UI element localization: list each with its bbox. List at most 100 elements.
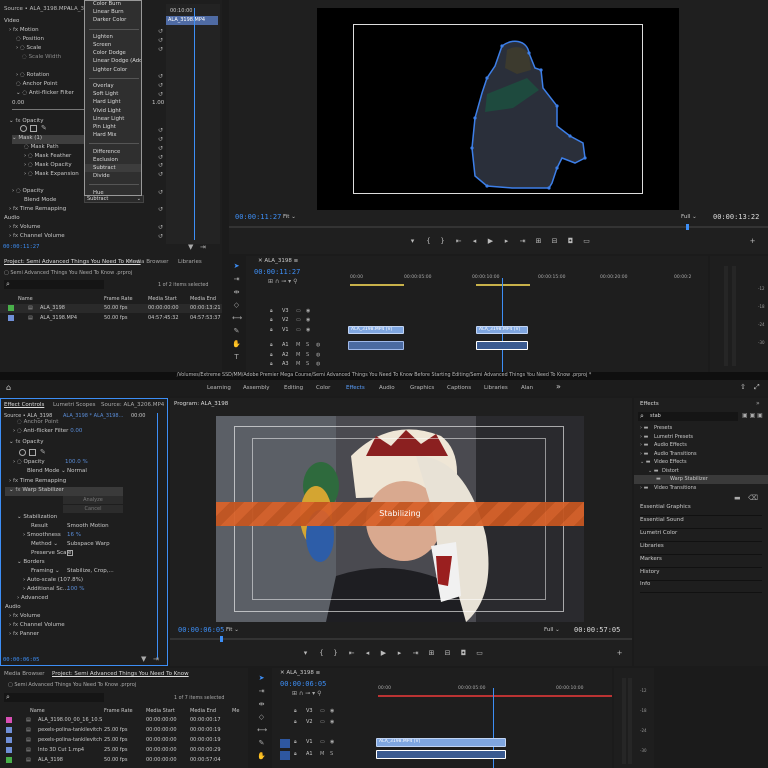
ellipse-mask-icon[interactable] xyxy=(19,449,26,456)
lock-icon[interactable]: 🔒︎ xyxy=(270,352,273,358)
eye-icon[interactable]: ◉ xyxy=(306,317,310,323)
lock-icon[interactable]: 🔒︎ xyxy=(270,342,273,348)
col-media-end[interactable]: Media End xyxy=(190,708,216,714)
blend-mode-option[interactable]: Color Burn xyxy=(85,1,141,8)
reset-icon[interactable]: ↺ xyxy=(158,206,163,213)
lock-icon[interactable]: 🔒︎ xyxy=(270,317,273,323)
method-row[interactable]: Method Subspace Warp ⌄ xyxy=(31,541,110,550)
collapsed-panel[interactable]: Info xyxy=(640,581,762,594)
mask-tools[interactable]: ✎ xyxy=(20,124,60,133)
delete-icon[interactable]: ⌫ xyxy=(748,494,758,502)
top-ruler[interactable]: 00:00 00:00:05:00 00:00:10:00 00:00:15:0… xyxy=(348,266,708,288)
lock-icon[interactable]: 🔒︎ xyxy=(294,739,297,745)
smoothness-row[interactable]: › Smoothness 16 % xyxy=(23,532,81,541)
ripple-edit-icon[interactable]: ⇹ xyxy=(232,288,241,297)
media-browser-tab[interactable]: Media Browser xyxy=(128,259,169,265)
program-tab[interactable]: Program: ALA_3198 xyxy=(174,401,228,407)
type-icon[interactable]: T xyxy=(232,353,241,362)
effects-tree-item[interactable]: › ▬ Video Transitions xyxy=(634,484,768,493)
reset-icon[interactable]: ↺ xyxy=(158,37,163,44)
blend-mode-option[interactable]: Darker Color xyxy=(85,16,141,24)
reset-icon[interactable]: ↺ xyxy=(158,189,163,196)
work-area-bar[interactable] xyxy=(476,284,530,286)
reset-icon[interactable]: ↺ xyxy=(158,46,163,53)
track-header[interactable]: 🔒︎ A1 M S xyxy=(274,751,374,760)
stabilization-row[interactable]: ⌄ Stabilization xyxy=(17,514,57,523)
advanced-row[interactable]: › Advanced xyxy=(17,595,48,604)
project-item[interactable]: ▤ pexels-polina-tankilevitch-6 25.00 fps 00… xyxy=(0,726,248,735)
pen-icon[interactable]: ✎ xyxy=(232,327,241,336)
fullscreen-icon[interactable]: ⤢ xyxy=(754,383,760,392)
source-tab[interactable]: Source • ALA_3198.MP4 xyxy=(4,6,70,12)
sync-icon[interactable]: ▭ xyxy=(296,308,301,314)
collapsed-panel[interactable]: Essential Sound xyxy=(640,517,762,529)
workspace-tab[interactable]: Libraries xyxy=(484,385,508,391)
time-remap-row[interactable]: › fx Time Remapping xyxy=(9,478,66,487)
preserve-scale-row[interactable]: Preserve Scale xyxy=(31,550,73,559)
workspace-tab[interactable]: Editing xyxy=(284,385,303,391)
sync-icon[interactable]: ▭ xyxy=(320,739,325,745)
mark-out2-icon[interactable]: } xyxy=(439,238,446,245)
collapsed-panel[interactable]: Markers xyxy=(640,556,762,568)
blend-mode-option[interactable]: Soft Light xyxy=(85,90,141,98)
volume-row[interactable]: › fx Volume xyxy=(9,613,40,622)
overwrite-icon[interactable]: ⊟ xyxy=(444,650,451,657)
quick-export-icon[interactable]: ⇧ xyxy=(740,383,746,391)
reset-icon[interactable]: ↺ xyxy=(158,162,163,169)
reset-icon[interactable]: ↺ xyxy=(158,136,163,143)
anti-flicker-slider[interactable] xyxy=(12,109,92,110)
col-media-duration[interactable]: Me xyxy=(232,708,239,714)
add-button-icon[interactable]: + xyxy=(749,238,756,245)
project-tab[interactable]: Project: Semi Advanced Things You Need T… xyxy=(52,671,189,677)
rotation-row[interactable]: › ◌ Rotation xyxy=(16,72,50,81)
bottom-ruler[interactable]: 00:00 00:00:05:00 00:00:10:00 xyxy=(376,680,612,700)
ec-clip-bar[interactable]: ALA_3198.MP4 xyxy=(166,16,218,25)
reset-icon[interactable]: ↺ xyxy=(158,28,163,35)
blend-mode-option[interactable]: Exclusion xyxy=(85,156,141,164)
clip-v1[interactable]: ALA_3198.MP4 [V] xyxy=(376,738,506,747)
fit-select[interactable]: Fit ⌄ xyxy=(283,214,296,220)
export-frame-icon[interactable]: ⇥ xyxy=(200,243,206,251)
lock-icon[interactable]: 🔒︎ xyxy=(294,751,297,757)
mute-icon[interactable]: M xyxy=(296,361,300,367)
solo-icon[interactable]: S xyxy=(330,751,333,757)
project-item[interactable]: ▤ pexels-polina-tankilevitch-6 25.00 fps 00… xyxy=(0,736,248,745)
mask-row[interactable]: ⌄ Mask (1) xyxy=(12,135,92,144)
blend-mode-option[interactable]: Vivid Light xyxy=(85,107,141,115)
mute-icon[interactable]: M xyxy=(320,751,324,757)
borders-row[interactable]: ⌄ Borders xyxy=(17,559,45,568)
project-item[interactable]: ▤ ALA_3198.00_00_16_10.Still 00:00:00:00 00… xyxy=(0,716,248,725)
reset-icon[interactable]: ↺ xyxy=(158,145,163,152)
seq-tab[interactable]: ✕ ALA_3198 ≡ xyxy=(258,258,298,264)
workspace-tab[interactable]: Color xyxy=(316,385,330,391)
track-header[interactable]: 🔒︎ V3 ▭ ◉ xyxy=(274,708,374,717)
project-item[interactable]: ▤ ALA_3198 50.00 fps 00:00:00:00 00:00:57:04 xyxy=(0,756,248,765)
hand-icon[interactable]: ✋ xyxy=(257,752,266,761)
position-row[interactable]: ◌ Position xyxy=(16,36,44,45)
home-icon[interactable]: ⌂ xyxy=(6,383,11,392)
solo-icon[interactable]: S xyxy=(306,342,309,348)
col-media-start[interactable]: Media Start xyxy=(148,296,177,302)
blend-mode-option[interactable]: Overlay xyxy=(85,82,141,90)
audio-clip-a[interactable] xyxy=(348,341,404,350)
framing-row[interactable]: Framing Stabilize, Crop,... ⌄ xyxy=(31,568,114,577)
blend-mode-option[interactable]: Linear Dodge (Add) xyxy=(85,57,141,65)
mark-out-icon[interactable]: } xyxy=(332,650,339,657)
comparison-icon[interactable]: ▭ xyxy=(583,238,590,245)
blend-mode-row[interactable]: Blend Mode Normal ⌄ xyxy=(27,468,87,477)
reset-icon[interactable]: ↺ xyxy=(158,127,163,134)
blend-mode-option[interactable]: Hard Light xyxy=(85,98,141,106)
mask-expansion-row[interactable]: › ◌ Mask Expansion xyxy=(24,171,79,180)
cancel-button[interactable]: Cancel xyxy=(63,505,123,513)
pen-mask-icon[interactable]: ✎ xyxy=(41,124,47,132)
mic-icon[interactable]: ◍ xyxy=(316,361,320,367)
insert-icon[interactable]: ⊞ xyxy=(428,650,435,657)
fit-select[interactable]: Fit ⌄ xyxy=(226,627,239,633)
workspace-tab[interactable]: Graphics xyxy=(410,385,434,391)
clip-v1-a[interactable]: ALA_3198.MP4 [V] xyxy=(348,326,404,334)
blend-mode-option[interactable]: Divide xyxy=(85,172,141,180)
workspace-tab[interactable]: Audio xyxy=(379,385,395,391)
opacity-value-row[interactable]: › ◌ Opacity 100.0 % xyxy=(13,459,88,468)
top-playhead[interactable] xyxy=(502,278,503,372)
export-frame-icon[interactable]: ⇥ xyxy=(153,655,159,663)
